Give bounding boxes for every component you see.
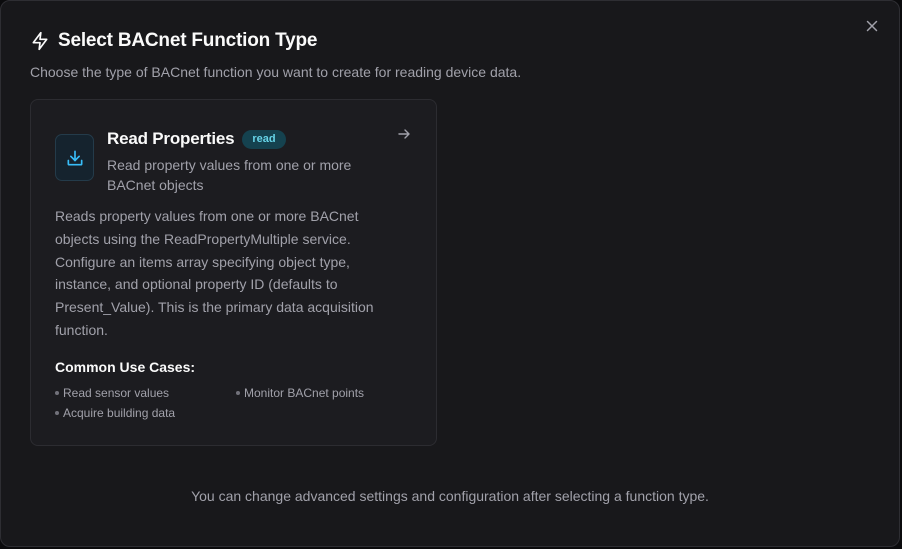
dialog-footer-note: You can change advanced settings and con… xyxy=(191,488,709,504)
dialog: Select BACnet Function Type Choose the t… xyxy=(0,0,900,547)
card-header: Read Properties read Read property value… xyxy=(107,129,407,195)
close-button[interactable] xyxy=(861,15,883,37)
download-icon xyxy=(55,134,94,181)
card-long-description: Reads property values from one or more B… xyxy=(55,208,374,338)
use-case-item: Read sensor values xyxy=(55,386,169,400)
function-card-read-properties[interactable]: Read Properties read Read property value… xyxy=(30,99,437,446)
use-case-item: Acquire building data xyxy=(55,406,175,420)
card-short-description: Read property values from one or more BA… xyxy=(107,157,352,193)
type-badge: read xyxy=(242,129,286,149)
lightning-icon xyxy=(30,31,50,51)
dialog-subtitle: Choose the type of BACnet function you w… xyxy=(30,64,522,80)
close-icon[interactable] xyxy=(866,20,878,32)
use-case-item: Monitor BACnet points xyxy=(236,386,364,400)
arrow-right-icon xyxy=(398,129,410,139)
card-title: Read Properties xyxy=(107,129,235,148)
dialog-header: Select BACnet Function Type xyxy=(30,30,317,52)
use-cases-title: Common Use Cases: xyxy=(55,359,196,375)
dialog-title: Select BACnet Function Type xyxy=(58,30,318,51)
